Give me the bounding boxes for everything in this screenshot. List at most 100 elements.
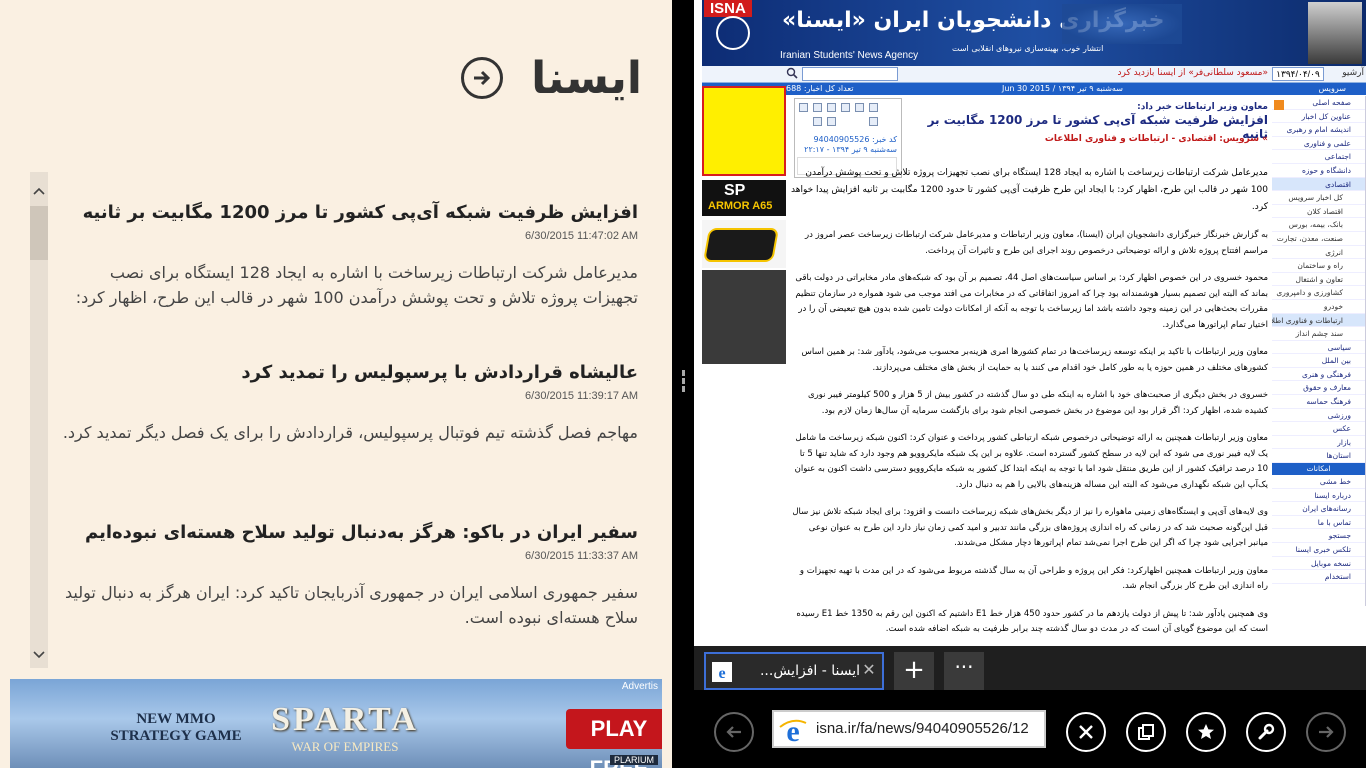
archive-label[interactable]: آرشیو — [1342, 68, 1364, 78]
news-date: سه‌شنبه ۹ تیر ۱۳۹۴ - ۲۲:۱۷ — [804, 145, 897, 154]
sidebar-item[interactable]: ورزشی — [1272, 409, 1365, 423]
scroll-down-button[interactable] — [30, 642, 48, 668]
sidebar-item[interactable]: استان‌ها — [1272, 449, 1365, 464]
sidebar-item[interactable]: نسخه موبایل — [1272, 557, 1365, 571]
sidebar-item[interactable]: درباره ایسنا — [1272, 489, 1365, 503]
hard-drive-image — [703, 228, 779, 262]
sidebar-item[interactable]: بانک، بیمه، بورس — [1272, 218, 1365, 232]
news-title[interactable]: سفیر ایران در باکو: هرگز به‌دنبال تولید … — [62, 516, 638, 550]
news-item[interactable]: سفیر ایران در باکو: هرگز به‌دنبال تولید … — [62, 516, 638, 676]
sidebar-item[interactable]: عناوین کل اخبار — [1272, 110, 1365, 124]
app-header: ایسنا — [461, 48, 642, 108]
facebook-icon[interactable] — [813, 117, 822, 126]
sidebar-item[interactable]: اجتماعی — [1272, 150, 1365, 164]
sidebar-item[interactable]: صنعت، معدن، تجارت — [1272, 232, 1365, 246]
sidebar-item[interactable]: بین الملل — [1272, 354, 1365, 368]
back-button[interactable] — [461, 57, 504, 99]
news-title[interactable]: عالیشاه قراردادش با پرسپولیس را تمدید کر… — [62, 356, 638, 390]
sidebar-item[interactable]: جستجو — [1272, 529, 1365, 543]
sidebar-item[interactable]: تلکس خبری ایسنا — [1272, 543, 1365, 557]
sidebar-item[interactable]: راه و ساختمان — [1272, 259, 1365, 273]
sidebar-item[interactable]: اقتصاد کلان — [1272, 205, 1365, 219]
sidebar-item[interactable]: صفحه اصلی — [1272, 96, 1365, 110]
twitter-icon[interactable] — [827, 117, 836, 126]
sidebar-item[interactable]: عکس — [1272, 422, 1365, 436]
article-paragraph: معاون وزیر ارتباطات همچنین به ارائه توضی… — [794, 433, 1268, 490]
tab-title[interactable]: ایسنا - افزایش... — [738, 663, 860, 679]
sidebar-item[interactable]: فرهنگ حماسه — [1272, 395, 1365, 409]
dark-ad[interactable] — [702, 270, 786, 364]
tab-options-button[interactable]: ··· — [944, 652, 984, 690]
sp-ad-text: ARMOR A65 — [708, 200, 773, 212]
sidebar-item[interactable]: معارف و حقوق — [1272, 381, 1365, 396]
sidebar-item[interactable]: دانشگاه و حوزه — [1272, 164, 1365, 178]
rss-icon[interactable] — [1274, 100, 1284, 110]
forward-button[interactable] — [1306, 712, 1346, 752]
sidebar-item[interactable]: کل اخبار سرویس — [1272, 191, 1365, 205]
scroll-up-button[interactable] — [30, 178, 48, 204]
back-button[interactable] — [714, 712, 754, 752]
sidebar-item[interactable]: انرژی — [1272, 246, 1365, 260]
address-bar[interactable]: e isna.ir/fa/news/94040905526/12 — [772, 710, 1046, 748]
article-kicker: معاون وزیر ارتباطات خبر داد: — [1137, 102, 1268, 112]
sidebar-item[interactable]: رسانه‌های ایران — [1272, 502, 1365, 516]
hard-drive-ad[interactable] — [702, 220, 786, 268]
article-paragraph: محمود خسروی در این خصوص اظهار کرد: بر اس… — [795, 273, 1268, 330]
news-item[interactable]: افزایش ظرفیت شبکه آی‌پی کشور تا مرز 1200… — [62, 196, 638, 356]
site-sidebar-menu: صفحه اصلی عناوین کل اخبار اندیشه امام و ره… — [1272, 96, 1366, 606]
google-icon[interactable] — [869, 117, 878, 126]
isna-emblem-icon — [716, 16, 750, 50]
news-list-scrollbar[interactable] — [30, 172, 48, 668]
article-service[interactable]: » سرویس: اقتصادی - ارتباطات و فناوری اطل… — [908, 134, 1268, 144]
zoom-in-icon[interactable] — [799, 103, 808, 112]
article-paragraph: خسروی در بخش دیگری از صحبت‌های خود با اش… — [808, 390, 1268, 416]
star-icon — [1198, 724, 1214, 739]
url-text[interactable]: isna.ir/fa/news/94040905526/12 — [816, 720, 1042, 737]
close-tab-icon[interactable]: ✕ — [860, 661, 878, 679]
sidebar-item[interactable]: تماس با ما — [1272, 516, 1365, 530]
sidebar-item[interactable]: سیاسی — [1272, 341, 1365, 355]
sidebar-item[interactable]: تعاون و اشتغال — [1272, 273, 1365, 287]
splitter-handle[interactable] — [680, 368, 686, 402]
site-search-input[interactable] — [802, 67, 898, 81]
scrollbar-thumb[interactable] — [30, 206, 48, 260]
stop-button[interactable] — [1066, 712, 1106, 752]
headline-ticker-link[interactable]: «مسعود سلطانی‌فر» از ایسنا بازدید کرد — [902, 68, 1268, 78]
ad-play-free-button[interactable]: PLAY FREE — [566, 709, 662, 768]
print-icon[interactable] — [841, 103, 850, 112]
sidebar-item[interactable]: کشاورزی و دامپروری — [1272, 286, 1365, 300]
page-tools-button[interactable] — [1246, 712, 1286, 752]
search-icon[interactable] — [786, 67, 798, 79]
sp-logo: SP — [724, 182, 746, 199]
sidebar-item[interactable]: خط مشی — [1272, 475, 1365, 489]
news-item[interactable]: عالیشاه قراردادش با پرسپولیس را تمدید کر… — [62, 356, 638, 516]
isna-logo[interactable]: ISNA — [704, 0, 752, 17]
sidebar-item[interactable]: خودرو — [1272, 300, 1365, 314]
sidebar-item[interactable]: سند چشم انداز — [1272, 327, 1365, 341]
app-title: ایسنا — [531, 52, 642, 104]
sidebar-item[interactable]: اقتصادی — [1272, 177, 1365, 192]
sidebar-item[interactable]: اندیشه امام و رهبری — [1272, 123, 1365, 137]
isna-header-banner[interactable]: ISNA خبرگزاری دانشجویان ایران «ایسنا» Ir… — [702, 0, 1366, 66]
save-icon[interactable] — [869, 103, 878, 112]
sidebar-item[interactable]: فرهنگی و هنری — [1272, 368, 1365, 382]
sparta-ad-banner[interactable]: Advertis NEW MMO STRATEGY GAME SPARTA WA… — [10, 679, 662, 768]
tab-isna[interactable]: e ایسنا - افزایش... ✕ — [704, 652, 884, 690]
sidebar-item[interactable]: ارتباطات و فناوری اطلاعات — [1272, 313, 1365, 328]
ad-tagline-line2: STRATEGY GAME — [110, 728, 242, 744]
email-icon[interactable] — [855, 103, 864, 112]
yellow-ad[interactable] — [702, 86, 786, 176]
favorites-button[interactable] — [1186, 712, 1226, 752]
sidebar-item[interactable]: علمی و فناوری — [1272, 137, 1365, 151]
sidebar-item[interactable]: استخدام — [1272, 570, 1365, 584]
font-size-icon[interactable] — [813, 103, 822, 112]
news-title[interactable]: افزایش ظرفیت شبکه آی‌پی کشور تا مرز 1200… — [62, 196, 638, 230]
sp-armor-ad[interactable]: SP ARMOR A65 — [702, 180, 786, 216]
wrench-icon — [1258, 723, 1275, 740]
archive-date-input[interactable]: ۱۳۹۴/۰۴/۰۹ — [1272, 67, 1324, 81]
sidebar-item[interactable]: بازار — [1272, 436, 1365, 450]
zoom-out-icon[interactable] — [827, 103, 836, 112]
snap-splitter[interactable] — [672, 0, 694, 768]
new-tab-button[interactable]: + — [894, 652, 934, 690]
tabs-button[interactable] — [1126, 712, 1166, 752]
